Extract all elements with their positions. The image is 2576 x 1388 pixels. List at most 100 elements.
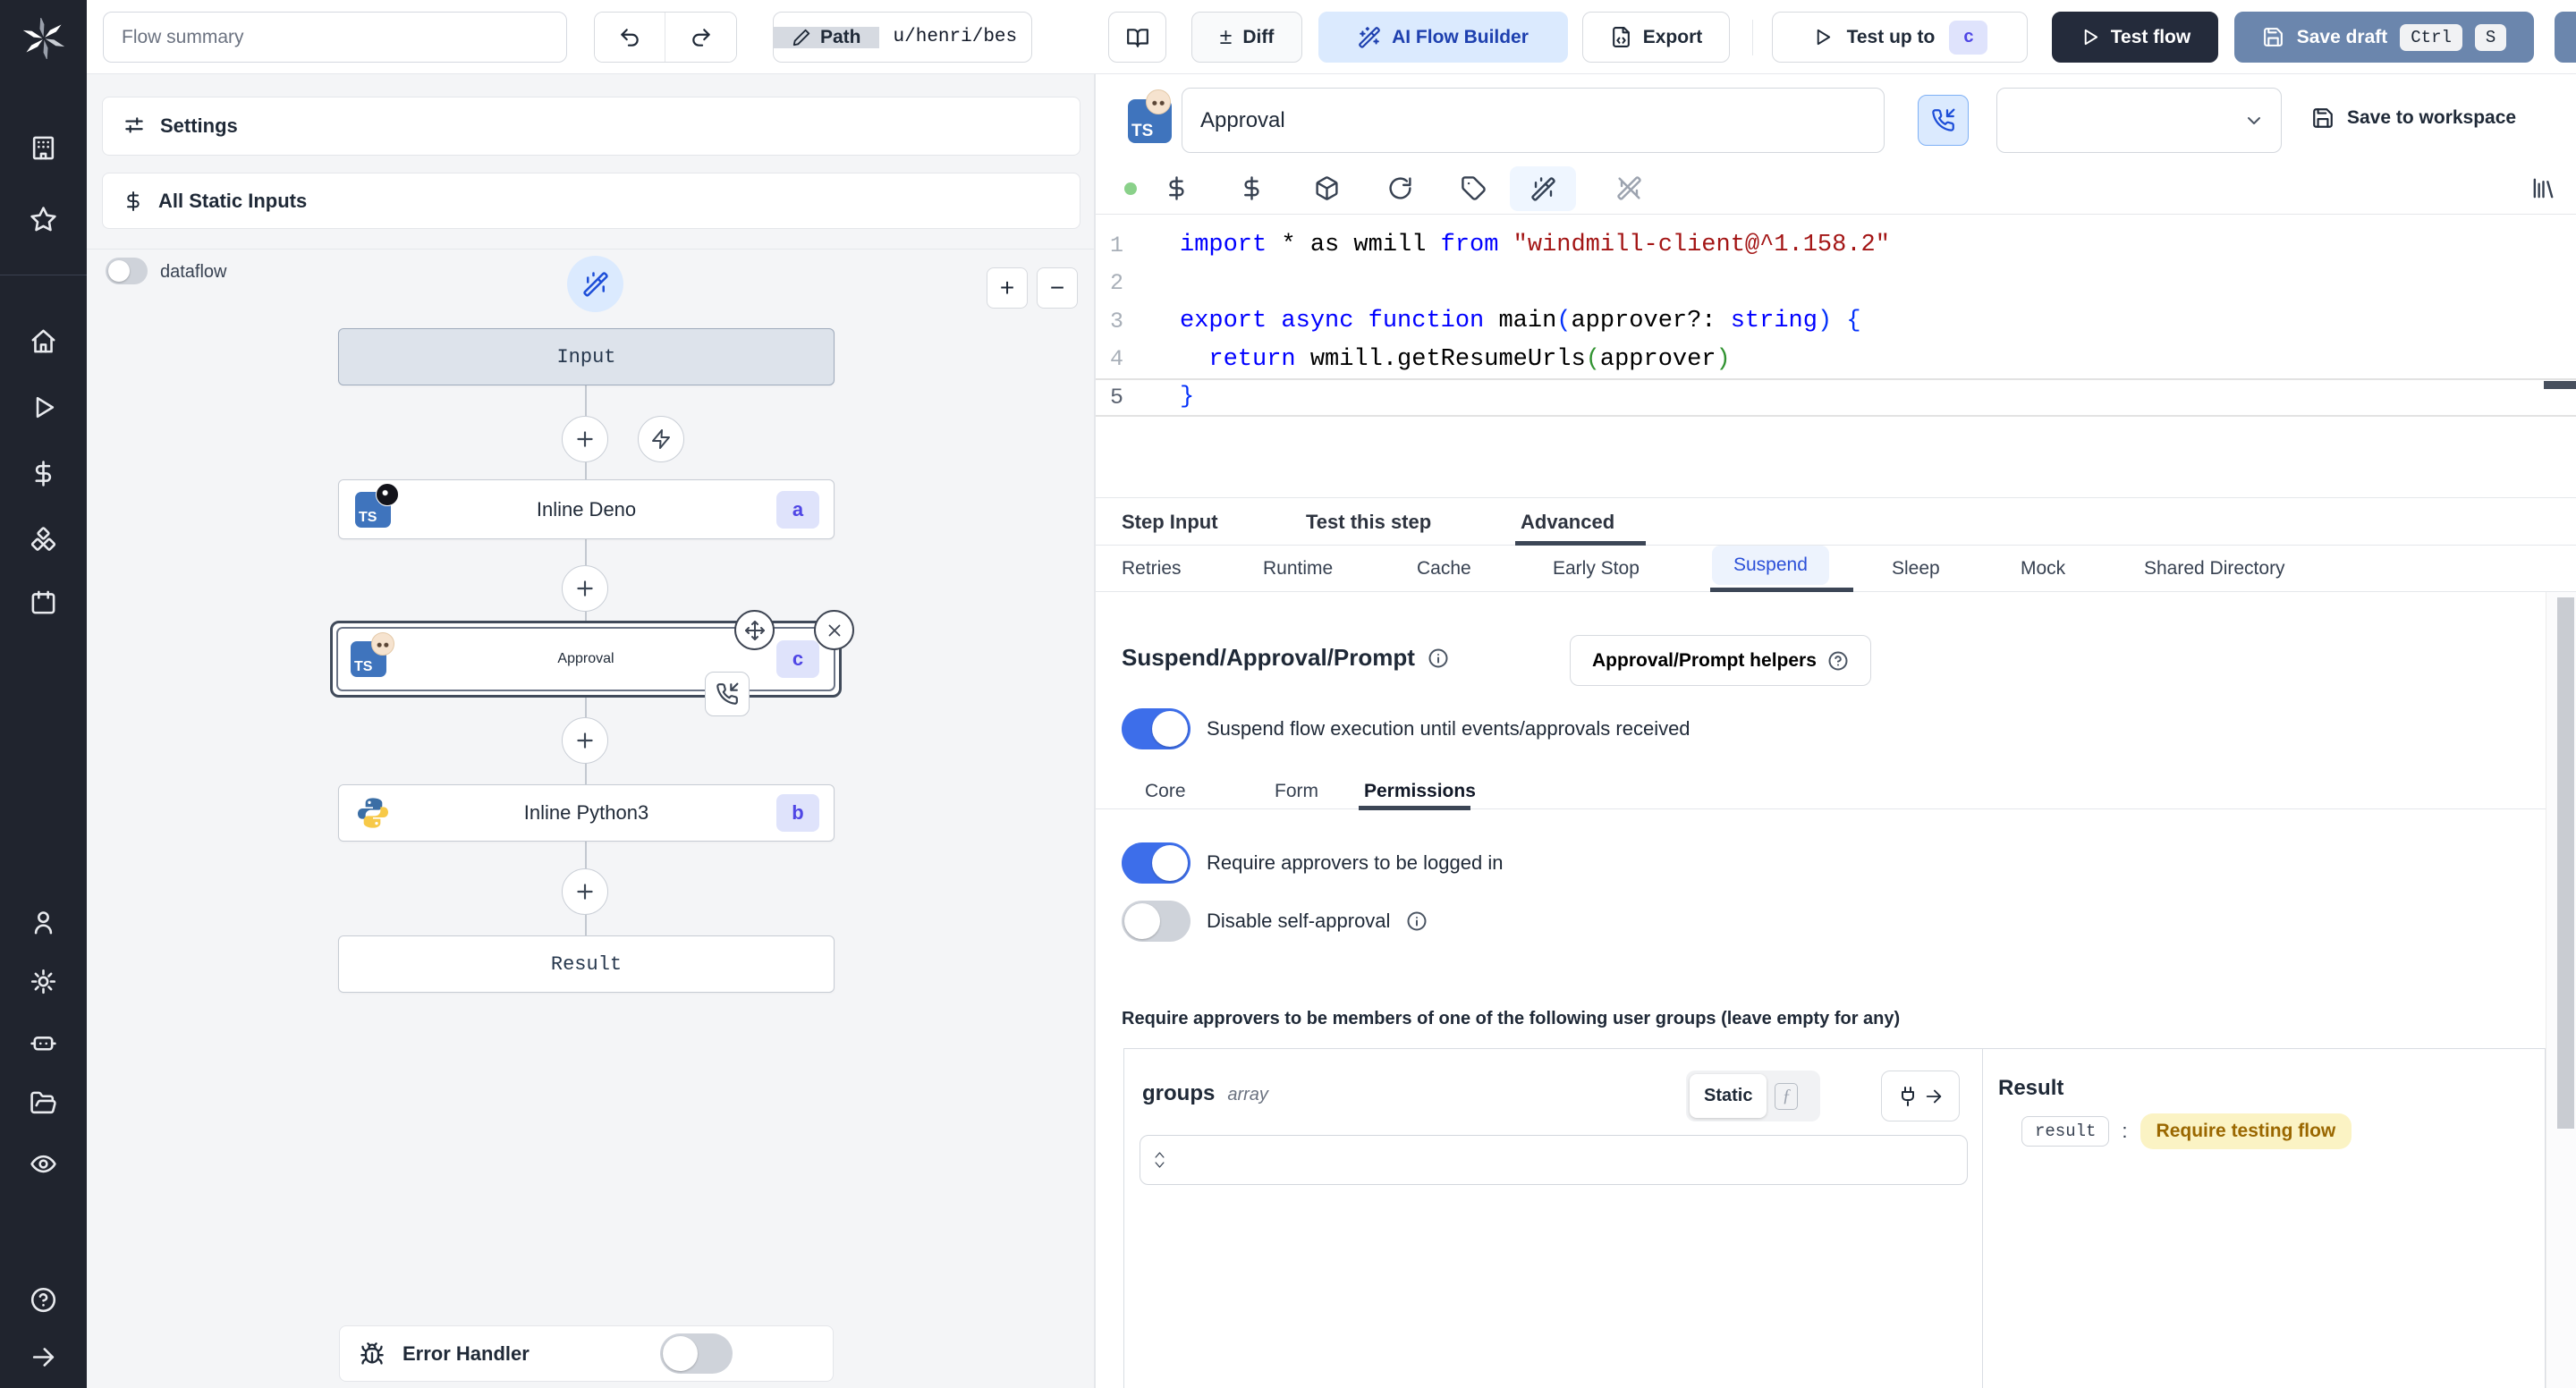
reload-icon[interactable]	[1383, 171, 1417, 205]
flow-summary-input[interactable]	[103, 12, 567, 63]
dataflow-toggle[interactable]	[106, 258, 148, 284]
disable-self-approval-label: Disable self-approval	[1207, 910, 1391, 932]
package-icon[interactable]	[1309, 171, 1343, 205]
flow-settings-button[interactable]: Settings	[102, 97, 1080, 156]
suspend-flow-toggle[interactable]	[1122, 708, 1191, 749]
tab-early-stop[interactable]: Early Stop	[1553, 546, 1640, 592]
export-button[interactable]: Export	[1582, 12, 1730, 63]
groups-array-input[interactable]	[1140, 1135, 1968, 1185]
redo-button[interactable]	[665, 13, 736, 62]
result-value-badge[interactable]: Require testing flow	[2140, 1113, 2352, 1149]
step-title-input[interactable]	[1182, 88, 1885, 153]
tab-step-input[interactable]: Step Input	[1122, 498, 1218, 546]
tab-mock[interactable]: Mock	[2021, 546, 2065, 592]
test-up-to-button[interactable]: Test up to c	[1772, 12, 2028, 63]
favorites-star-icon[interactable]	[30, 206, 57, 233]
tab-suspend[interactable]: Suspend	[1712, 546, 1829, 585]
test-flow-button[interactable]: Test flow	[2052, 12, 2218, 63]
deploy-button-partial[interactable]	[2555, 12, 2576, 63]
wand-off-icon[interactable]	[1612, 171, 1646, 205]
settings-gear-icon[interactable]	[30, 968, 57, 995]
users-icon[interactable]	[30, 909, 57, 936]
active-tab-underline	[1515, 541, 1646, 546]
path-button[interactable]: Path u/henri/bes	[773, 12, 1033, 63]
code-line[interactable]: 2	[1095, 265, 2576, 303]
disable-self-approval-toggle[interactable]	[1122, 901, 1191, 942]
node-input[interactable]: Input	[338, 328, 835, 385]
tab-test-this-step[interactable]: Test this step	[1306, 498, 1431, 546]
save-to-workspace-button[interactable]: Save to workspace	[2311, 106, 2516, 130]
error-handler-row[interactable]: Error Handler	[339, 1325, 834, 1382]
code-lines: 1 import * as wmill from "windmill-client…	[1095, 226, 2576, 417]
save-draft-button[interactable]: Save draft Ctrl S	[2234, 12, 2534, 63]
diff-button[interactable]: ± Diff	[1191, 12, 1302, 63]
zoom-out-button[interactable]: −	[1037, 267, 1078, 309]
delete-step-button[interactable]	[814, 610, 854, 650]
tab-sleep[interactable]: Sleep	[1892, 546, 1940, 592]
code-line[interactable]: 4 return wmill.getResumeUrls(approver)	[1095, 341, 2576, 379]
node-result[interactable]: Result	[338, 935, 835, 993]
docs-button[interactable]	[1108, 12, 1166, 63]
move-step-button[interactable]	[734, 610, 775, 650]
tab-form[interactable]: Form	[1275, 774, 1318, 809]
tab-shared-directory[interactable]: Shared Directory	[2144, 546, 2285, 592]
ai-flow-builder-button[interactable]: AI Flow Builder	[1318, 12, 1568, 63]
panel-splitter[interactable]	[1094, 74, 1096, 1388]
scrollbar-track	[2546, 592, 2576, 1388]
collapse-arrow-right-icon[interactable]	[30, 1343, 57, 1371]
tab-core[interactable]: Core	[1145, 774, 1186, 809]
node-inline-deno[interactable]: TS Inline Deno a	[338, 479, 835, 539]
tab-retries[interactable]: Retries	[1122, 546, 1182, 592]
help-icon[interactable]	[30, 1286, 57, 1314]
all-static-inputs-button[interactable]: All Static Inputs	[102, 173, 1080, 229]
info-icon[interactable]	[1428, 647, 1449, 669]
tab-cache[interactable]: Cache	[1417, 546, 1471, 592]
folders-icon[interactable]	[30, 1089, 57, 1117]
workers-bot-icon[interactable]	[30, 1028, 57, 1056]
ai-wand-button[interactable]	[567, 256, 623, 312]
library-icon[interactable]	[2526, 171, 2560, 205]
suspend-phone-button[interactable]	[1918, 95, 1969, 146]
suspend-phone-badge[interactable]	[705, 672, 750, 716]
stepper-chevrons-icon	[1153, 1150, 1166, 1170]
add-step-button[interactable]	[562, 565, 608, 612]
windmill-logo[interactable]	[22, 16, 65, 61]
script-kind-select[interactable]	[1996, 88, 2282, 153]
home-icon[interactable]	[30, 327, 57, 355]
code-line[interactable]: 1 import * as wmill from "windmill-client…	[1095, 226, 2576, 265]
variables-dollar-icon[interactable]	[30, 460, 57, 487]
assets-dollar-icon[interactable]	[1159, 171, 1193, 205]
tab-advanced[interactable]: Advanced	[1521, 498, 1614, 546]
add-step-button[interactable]	[562, 868, 608, 915]
workspace-icon[interactable]	[30, 134, 57, 162]
connect-input-button[interactable]	[1881, 1071, 1960, 1121]
add-trigger-button[interactable]	[638, 416, 684, 462]
resources-boxes-icon[interactable]	[30, 526, 57, 554]
typescript-bun-icon: TS	[1128, 89, 1172, 143]
code-line[interactable]: 5}	[1095, 378, 2576, 417]
tab-permissions[interactable]: Permissions	[1364, 774, 1476, 809]
variables-dollar-icon[interactable]	[1234, 171, 1268, 205]
expression-mode-button[interactable]: ƒ	[1768, 1074, 1804, 1118]
audit-eye-icon[interactable]	[30, 1150, 57, 1178]
error-handler-toggle[interactable]	[660, 1333, 733, 1374]
result-key-chip[interactable]: result	[2021, 1116, 2110, 1147]
tag-icon[interactable]	[1456, 171, 1490, 205]
schedules-calendar-icon[interactable]	[30, 588, 57, 616]
scrollbar-thumb[interactable]	[2557, 597, 2574, 1129]
require-login-toggle[interactable]	[1122, 842, 1191, 884]
static-mode-button[interactable]: Static	[1690, 1074, 1767, 1118]
path-edit-segment[interactable]: Path	[774, 26, 879, 48]
ai-assistant-wand-button[interactable]	[1510, 166, 1576, 211]
info-icon[interactable]	[1406, 910, 1428, 932]
add-step-button[interactable]	[562, 717, 608, 764]
node-inline-python[interactable]: Inline Python3 b	[338, 784, 835, 842]
tab-runtime[interactable]: Runtime	[1263, 546, 1333, 592]
approval-prompt-helpers-button[interactable]: Approval/Prompt helpers	[1570, 635, 1871, 686]
runs-play-icon[interactable]	[30, 394, 57, 421]
code-editor[interactable]: 1 import * as wmill from "windmill-client…	[1095, 215, 2576, 498]
add-step-button[interactable]	[562, 416, 608, 462]
zoom-in-button[interactable]: +	[987, 267, 1028, 309]
undo-button[interactable]	[595, 13, 665, 62]
code-line[interactable]: 3 export async function main(approver?: s…	[1095, 302, 2576, 341]
